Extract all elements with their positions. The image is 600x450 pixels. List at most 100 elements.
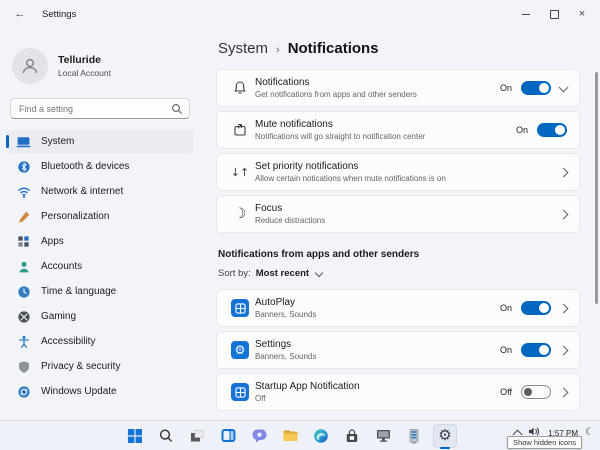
card-focus[interactable]: ☽ Focus Reduce distractions bbox=[216, 195, 580, 233]
search-icon bbox=[171, 102, 183, 120]
apps-grid-icon bbox=[16, 234, 31, 249]
sidebar-item-windows-update[interactable]: Windows Update bbox=[6, 380, 194, 403]
search-box bbox=[10, 98, 190, 119]
store-icon bbox=[344, 428, 360, 444]
settings-window: ← Settings × Telluride Local Account bbox=[0, 0, 600, 450]
sidebar-item-bluetooth-devices[interactable]: Bluetooth & devices bbox=[6, 155, 194, 178]
chevron-right-icon bbox=[559, 387, 569, 397]
store-button[interactable] bbox=[340, 424, 364, 448]
avatar bbox=[12, 48, 48, 84]
chevron-right-icon bbox=[559, 167, 569, 177]
sidebar-item-label: Network & internet bbox=[41, 186, 123, 197]
sidebar-item-label: Windows Update bbox=[41, 386, 117, 397]
server-app-button[interactable] bbox=[402, 424, 426, 448]
privacy-shield-icon bbox=[16, 359, 31, 374]
widgets-icon bbox=[219, 427, 236, 444]
chevron-right-icon bbox=[559, 303, 569, 313]
breadcrumb-system[interactable]: System bbox=[218, 40, 268, 57]
maximize-icon bbox=[550, 10, 559, 19]
sidebar-item-gaming[interactable]: Gaming bbox=[6, 305, 194, 328]
sort-by-label: Sort by: bbox=[218, 268, 251, 279]
chat-icon bbox=[250, 427, 267, 444]
app-name: AutoPlay bbox=[255, 297, 490, 308]
bell-icon bbox=[225, 80, 255, 96]
settings-taskbar-button[interactable]: ⚙ bbox=[433, 424, 457, 448]
search-taskbar-button[interactable] bbox=[154, 424, 178, 448]
sidebar-item-accessibility[interactable]: Accessibility bbox=[6, 330, 194, 353]
card-mute-notifications[interactable]: Mute notifications Notifications will go… bbox=[216, 111, 580, 149]
main-content: System › Notifications Notifications Get… bbox=[200, 28, 600, 421]
sort-by-dropdown[interactable]: Sort by: Most recent bbox=[218, 268, 580, 279]
minimize-button[interactable] bbox=[512, 2, 540, 26]
app-row-autoplay[interactable]: AutoPlay Banners, Sounds On bbox=[216, 289, 580, 327]
sidebar-item-label: System bbox=[41, 136, 74, 147]
personalization-brush-icon bbox=[16, 209, 31, 224]
sidebar-item-time-language[interactable]: Time & language bbox=[6, 280, 194, 303]
sidebar-item-privacy-security[interactable]: Privacy & security bbox=[6, 355, 194, 378]
monitor-app-button[interactable] bbox=[371, 424, 395, 448]
edge-icon bbox=[313, 428, 329, 444]
sidebar-item-label: Accessibility bbox=[41, 336, 95, 347]
startup-app-notification-toggle[interactable] bbox=[521, 385, 551, 399]
chat-button[interactable] bbox=[247, 424, 271, 448]
card-title: Mute notifications bbox=[255, 119, 506, 130]
task-view-icon bbox=[189, 428, 205, 444]
sidebar-item-accounts[interactable]: Accounts bbox=[6, 255, 194, 278]
sidebar-item-network-internet[interactable]: Network & internet bbox=[6, 180, 194, 203]
start-button[interactable] bbox=[123, 424, 147, 448]
widgets-button[interactable] bbox=[216, 424, 240, 448]
card-title: Notifications bbox=[255, 77, 490, 88]
sidebar-item-system[interactable]: System bbox=[6, 130, 194, 153]
close-icon: × bbox=[579, 9, 585, 20]
close-button[interactable]: × bbox=[568, 2, 596, 26]
card-title: Focus bbox=[255, 203, 550, 214]
search-input[interactable] bbox=[10, 98, 190, 119]
user-account[interactable]: Telluride Local Account bbox=[0, 42, 200, 94]
focus-moon-icon: ☽ bbox=[225, 206, 255, 222]
system-icon bbox=[16, 134, 31, 149]
maximize-button[interactable] bbox=[540, 2, 568, 26]
chevron-right-icon bbox=[559, 209, 569, 219]
app-row-startup-app-notification[interactable]: Startup App Notification Off Off bbox=[216, 373, 580, 411]
back-button[interactable]: ← bbox=[10, 8, 30, 20]
mute-notifications-icon bbox=[225, 122, 255, 138]
chevron-down-icon[interactable] bbox=[559, 82, 569, 92]
app-name: Startup App Notification bbox=[255, 381, 490, 392]
sidebar-item-apps[interactable]: Apps bbox=[6, 230, 194, 253]
chevron-down-icon bbox=[315, 268, 323, 276]
card-notifications[interactable]: Notifications Get notifications from app… bbox=[216, 69, 580, 107]
sidebar-item-label: Bluetooth & devices bbox=[41, 161, 129, 172]
accessibility-icon bbox=[16, 334, 31, 349]
task-view-button[interactable] bbox=[185, 424, 209, 448]
card-set-priority-notifications[interactable]: ↓↑ Set priority notifications Allow cert… bbox=[216, 153, 580, 191]
app-name: Settings bbox=[255, 339, 490, 350]
page-title: Notifications bbox=[288, 40, 379, 57]
notifications-toggle[interactable] bbox=[521, 81, 551, 95]
sidebar-item-personalization[interactable]: Personalization bbox=[6, 205, 194, 228]
card-desc: Get notifications from apps and other se… bbox=[255, 90, 490, 99]
edge-button[interactable] bbox=[309, 424, 333, 448]
scrollbar[interactable] bbox=[595, 72, 598, 304]
window-title: Settings bbox=[42, 9, 76, 20]
sidebar: Telluride Local Account System Bluetooth… bbox=[0, 28, 200, 421]
sidebar-item-label: Accounts bbox=[41, 261, 82, 272]
settings-notifications-toggle[interactable] bbox=[521, 343, 551, 357]
file-explorer-icon bbox=[281, 427, 298, 444]
card-desc: Notifications will go straight to notifi… bbox=[255, 132, 506, 141]
sidebar-item-label: Time & language bbox=[41, 286, 116, 297]
autoplay-toggle[interactable] bbox=[521, 301, 551, 315]
mute-notifications-toggle[interactable] bbox=[537, 123, 567, 137]
app-row-settings[interactable]: ⚙ Settings Banners, Sounds On bbox=[216, 331, 580, 369]
window-controls: × bbox=[512, 2, 596, 26]
time-language-icon bbox=[16, 284, 31, 299]
network-icon bbox=[16, 184, 31, 199]
toggle-state-label: On bbox=[500, 303, 512, 313]
card-desc: Reduce distractions bbox=[255, 216, 550, 225]
accounts-person-icon bbox=[16, 259, 31, 274]
start-icon bbox=[127, 428, 143, 444]
search-icon bbox=[158, 428, 174, 444]
priority-arrows-icon: ↓↑ bbox=[225, 166, 255, 179]
sidebar-item-label: Apps bbox=[41, 236, 64, 247]
focus-assist-moon-icon[interactable]: ☾ bbox=[585, 428, 594, 438]
file-explorer-button[interactable] bbox=[278, 424, 302, 448]
